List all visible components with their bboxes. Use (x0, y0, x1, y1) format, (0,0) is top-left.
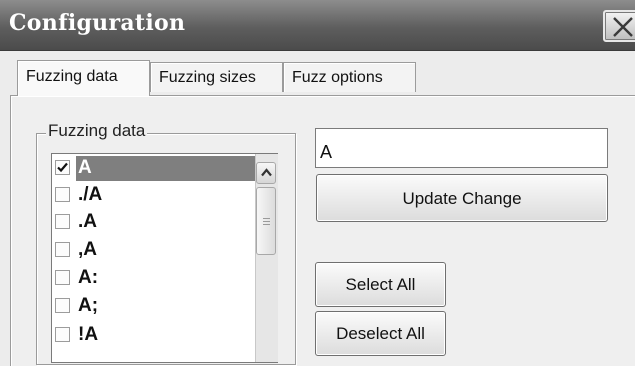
item-checkbox[interactable] (55, 270, 70, 285)
list-item[interactable]: ./A (53, 182, 258, 208)
title-bar: Configuration (0, 0, 635, 51)
item-checkbox[interactable] (55, 214, 70, 229)
list-item[interactable]: ,A (53, 237, 258, 263)
tab-fuzzing-data[interactable]: Fuzzing data (17, 60, 150, 96)
selection-highlight (76, 156, 259, 181)
item-checkbox[interactable] (55, 160, 70, 175)
window-title: Configuration (9, 10, 186, 36)
checkmark-icon (57, 162, 68, 173)
fuzzing-data-list[interactable]: A ./A .A ,A A: A; !A (51, 153, 278, 363)
item-checkbox[interactable] (55, 242, 70, 257)
tab-label: Fuzz options (292, 69, 383, 86)
update-change-button[interactable]: Update Change (316, 174, 608, 222)
list-item[interactable]: A: (53, 265, 258, 291)
list-item[interactable]: .A (53, 209, 258, 235)
item-label: ./A (78, 184, 103, 205)
close-icon (613, 17, 633, 37)
group-label: Fuzzing data (46, 121, 148, 141)
item-label: A (78, 157, 92, 178)
chevron-up-icon (261, 168, 272, 177)
item-checkbox[interactable] (55, 187, 70, 202)
list-item[interactable]: A (53, 155, 259, 181)
item-label: .A (78, 211, 97, 232)
deselect-all-button[interactable]: Deselect All (315, 311, 446, 356)
scroll-thumb[interactable] (256, 187, 276, 255)
tab-fuzz-options[interactable]: Fuzz options (283, 62, 416, 92)
close-button[interactable] (603, 10, 635, 42)
list-scrollbar[interactable] (255, 154, 278, 362)
list-item[interactable]: !A (53, 322, 258, 348)
grip-icon (263, 218, 270, 227)
select-all-button[interactable]: Select All (315, 262, 446, 307)
scroll-up-button[interactable] (256, 162, 276, 184)
tab-label: Fuzzing sizes (159, 69, 256, 86)
item-checkbox[interactable] (55, 327, 70, 342)
item-label: A; (78, 295, 99, 316)
item-label: A: (78, 267, 99, 288)
tab-label: Fuzzing data (26, 68, 118, 85)
list-item[interactable]: A; (53, 293, 258, 319)
item-label: !A (78, 324, 99, 345)
tab-fuzzing-sizes[interactable]: Fuzzing sizes (150, 62, 283, 92)
item-label: ,A (78, 239, 97, 260)
fuzz-value-input[interactable] (315, 128, 608, 168)
item-checkbox[interactable] (55, 298, 70, 313)
